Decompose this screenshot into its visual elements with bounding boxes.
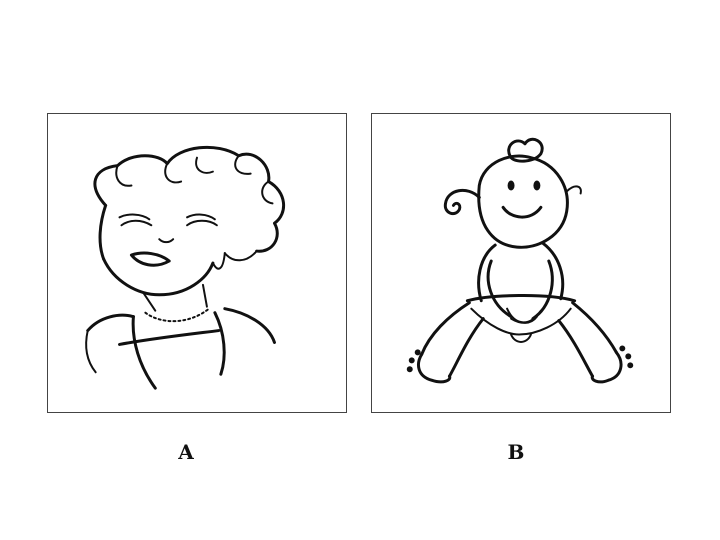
caption-a: A <box>178 440 194 464</box>
woman-sketch-illustration <box>85 145 285 390</box>
baby-sketch-illustration <box>406 137 634 384</box>
picture-frame-b <box>371 113 671 413</box>
picture-frame-a <box>47 113 347 413</box>
caption-b: B <box>507 440 525 464</box>
